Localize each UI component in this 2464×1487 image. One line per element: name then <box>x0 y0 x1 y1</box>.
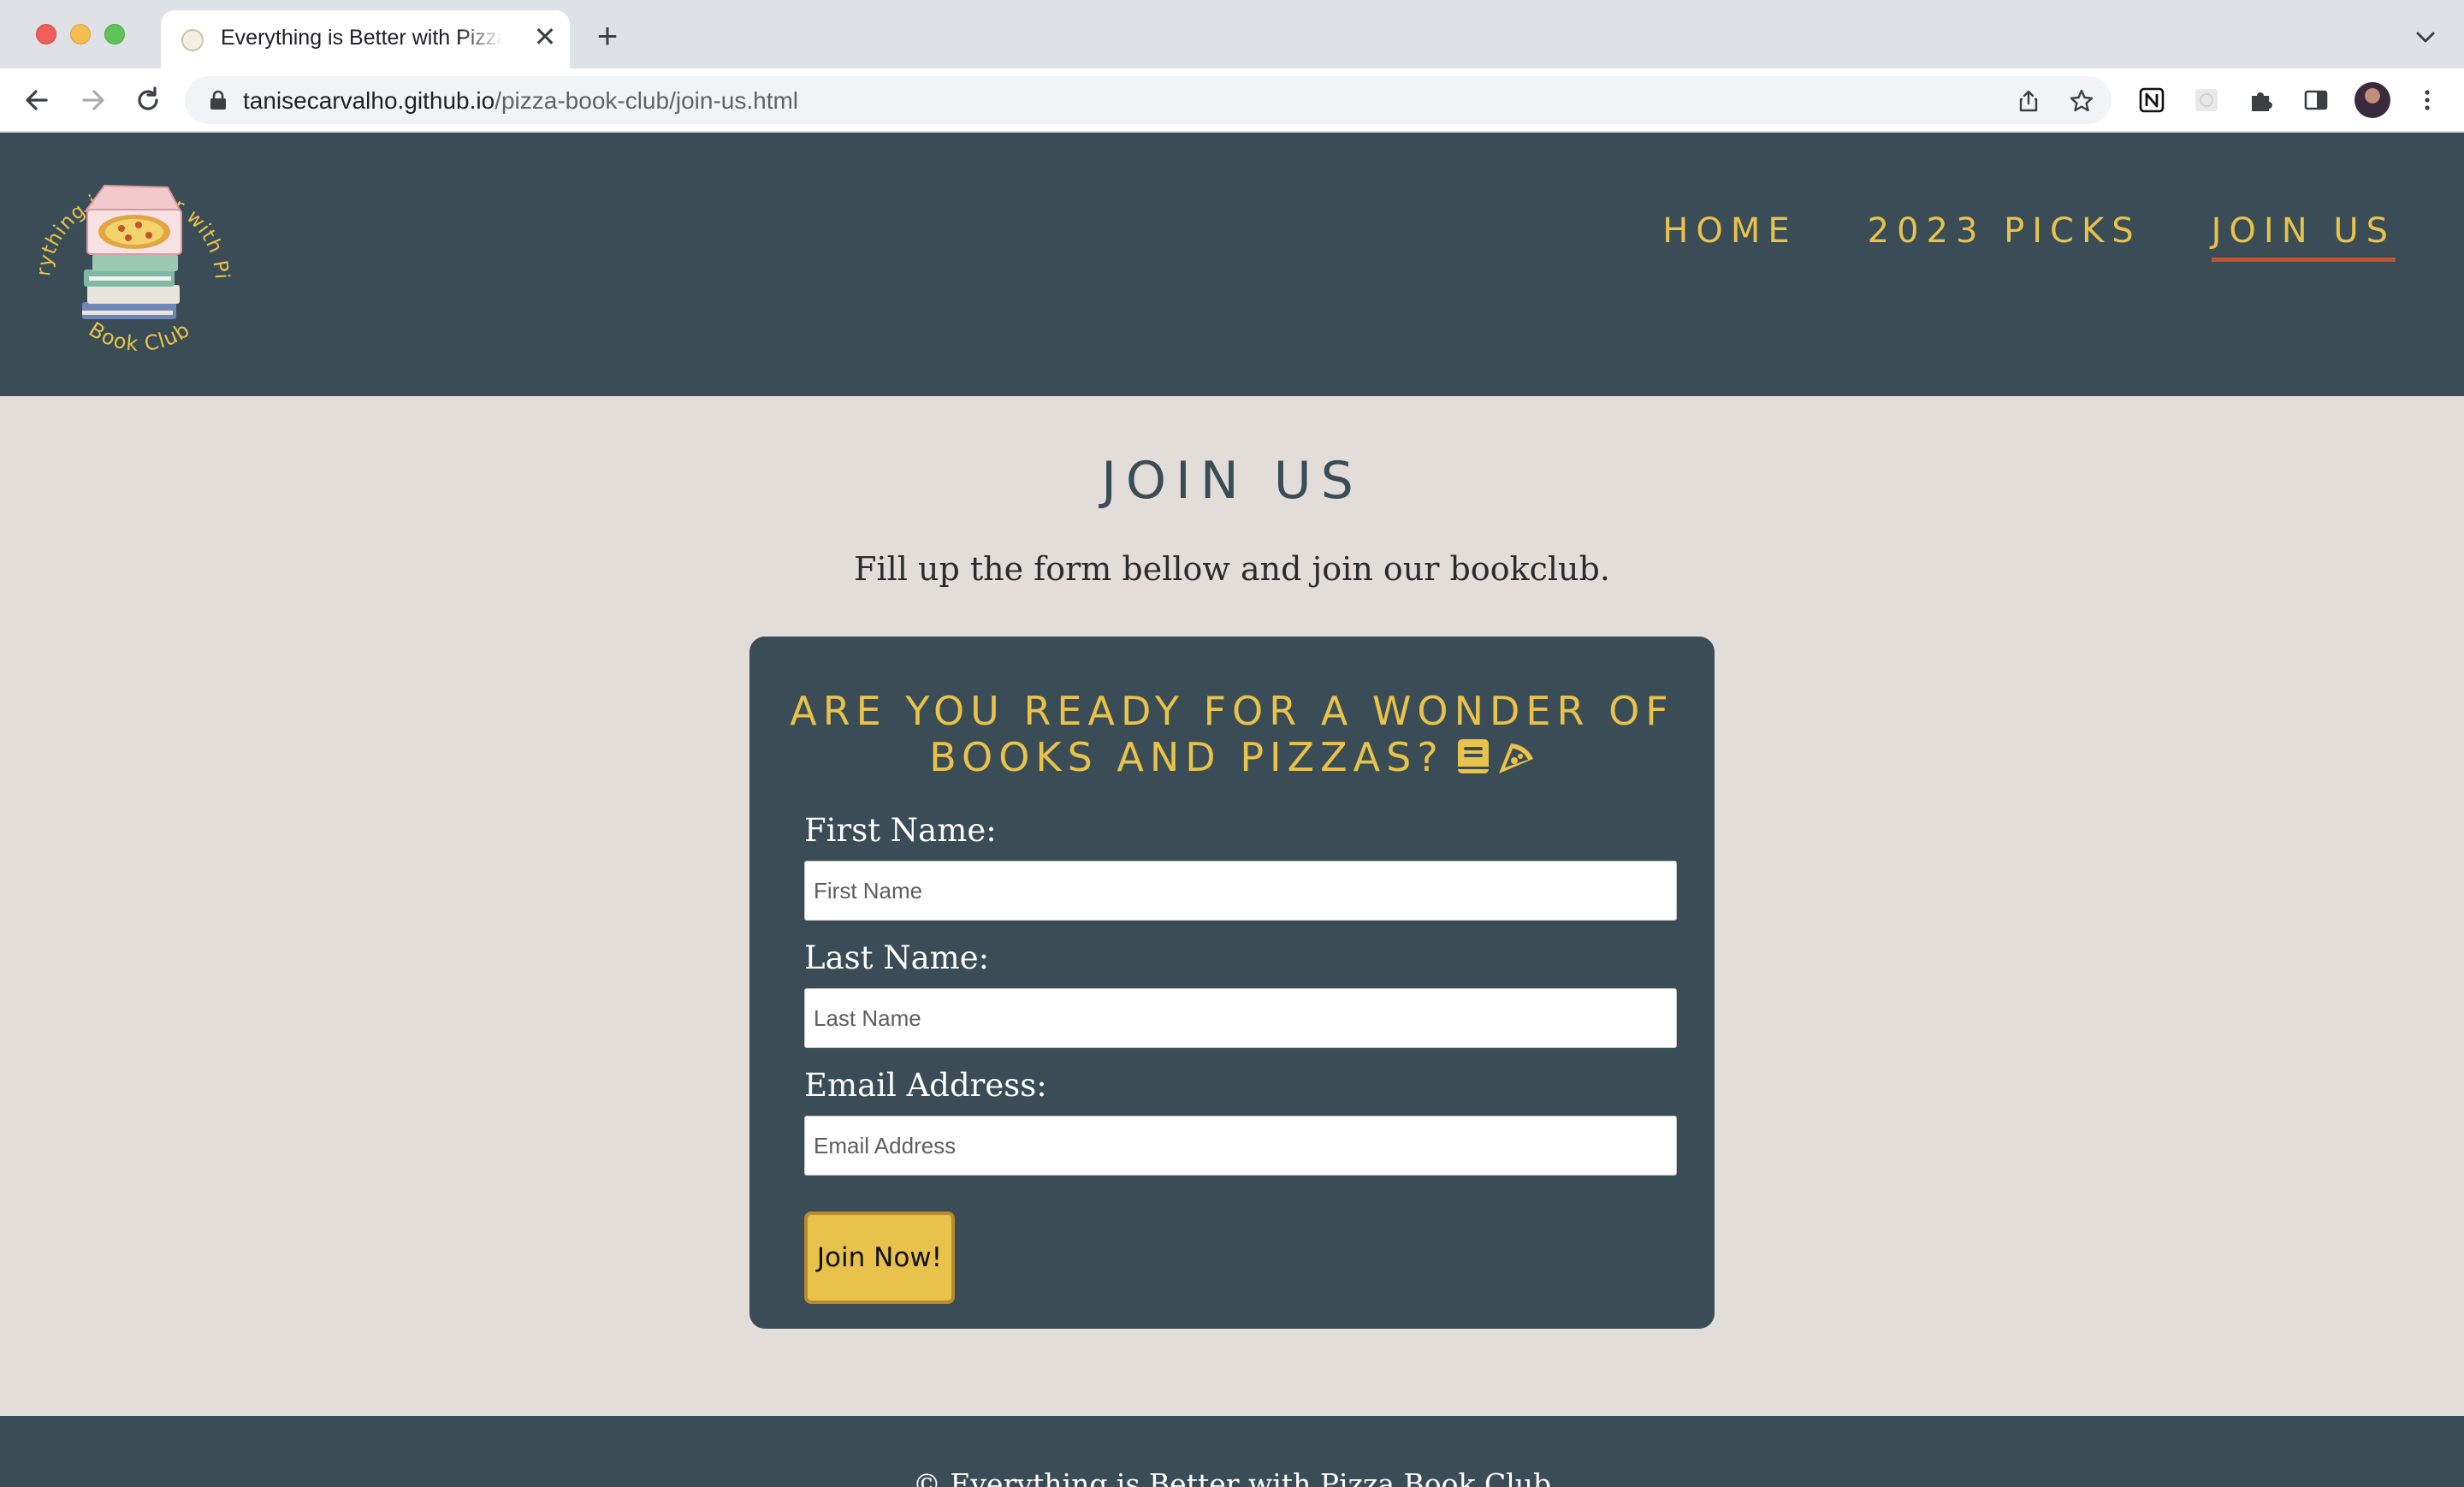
lock-icon[interactable] <box>209 90 228 110</box>
svg-text:Book Club: Book Club <box>85 317 194 356</box>
first-name-input[interactable] <box>804 861 1677 921</box>
intro-text: Fill up the form bellow and join our boo… <box>854 550 1610 588</box>
tab-search-chevron-icon[interactable] <box>2413 24 2438 50</box>
tab-title: Everything is Better with Pizza Book Clu… <box>221 26 503 50</box>
first-name-label: First Name: <box>804 812 997 849</box>
extension-grid-icon[interactable] <box>2192 86 2221 115</box>
browser-menu-icon[interactable] <box>2413 86 2442 115</box>
page-title: JOIN US <box>1101 451 1363 511</box>
window-zoom-button[interactable] <box>104 24 125 44</box>
url-text[interactable]: tanisecarvalho.github.io/pizza-book-club… <box>243 87 798 115</box>
url-path: /pizza-book-club/join-us.html <box>495 87 799 114</box>
extensions-puzzle-icon[interactable] <box>2247 86 2276 115</box>
browser-tab-strip: Everything is Better with Pizza Book Clu… <box>0 0 2464 68</box>
main-nav: HOME 2023 PICKS JOIN US <box>1662 211 2396 262</box>
join-now-button[interactable]: Join Now! <box>804 1212 955 1304</box>
last-name-input[interactable] <box>804 988 1677 1048</box>
book-club-logo[interactable]: Everything is Better with Pizza Book Clu… <box>21 143 234 357</box>
book-pizza-icons <box>1457 739 1533 773</box>
back-arrow-icon[interactable] <box>21 84 53 116</box>
new-tab-button[interactable]: + <box>590 18 625 54</box>
pizza-icon <box>1498 744 1533 773</box>
window-close-button[interactable] <box>36 24 56 44</box>
share-icon[interactable] <box>2016 88 2041 114</box>
nav-2023-picks[interactable]: 2023 PICKS <box>1868 211 2141 262</box>
url-host: tanisecarvalho.github.io <box>243 87 495 114</box>
site-header: Everything is Better with Pizza Book Clu… <box>0 133 2464 396</box>
favicon-icon <box>181 29 204 51</box>
notion-extension-icon[interactable] <box>2137 86 2166 115</box>
form-heading: ARE YOU READY FOR A WONDER OF BOOKS AND … <box>775 688 1689 780</box>
tab-close-button[interactable]: ✕ <box>530 22 560 51</box>
email-label: Email Address: <box>804 1067 1047 1104</box>
form-heading-text: ARE YOU READY FOR A WONDER OF BOOKS AND … <box>790 688 1674 780</box>
site-footer: © Everything is Better with Pizza Book C… <box>0 1416 2464 1487</box>
reload-icon[interactable] <box>132 84 164 116</box>
book-icon <box>1457 739 1489 773</box>
profile-avatar[interactable] <box>2354 82 2390 118</box>
email-input[interactable] <box>804 1116 1677 1176</box>
bookmark-star-icon[interactable] <box>2069 88 2094 114</box>
nav-join-us[interactable]: JOIN US <box>2211 211 2396 262</box>
join-form: ARE YOU READY FOR A WONDER OF BOOKS AND … <box>749 637 1715 1329</box>
window-minimize-button[interactable] <box>70 24 91 44</box>
forward-arrow-icon[interactable] <box>77 84 110 116</box>
browser-toolbar: tanisecarvalho.github.io/pizza-book-club… <box>0 68 2464 132</box>
footer-copyright: © Everything is Better with Pizza Book C… <box>912 1467 1552 1487</box>
address-bar[interactable]: tanisecarvalho.github.io/pizza-book-club… <box>185 76 2112 124</box>
last-name-label: Last Name: <box>804 939 990 976</box>
browser-tab-active[interactable]: Everything is Better with Pizza Book Clu… <box>161 10 570 68</box>
nav-home[interactable]: HOME <box>1662 211 1797 262</box>
logo-arc-bottom-text: Book Club <box>85 317 193 356</box>
main-content: JOIN US Fill up the form bellow and join… <box>0 396 2464 1416</box>
side-panel-icon[interactable] <box>2301 86 2331 115</box>
